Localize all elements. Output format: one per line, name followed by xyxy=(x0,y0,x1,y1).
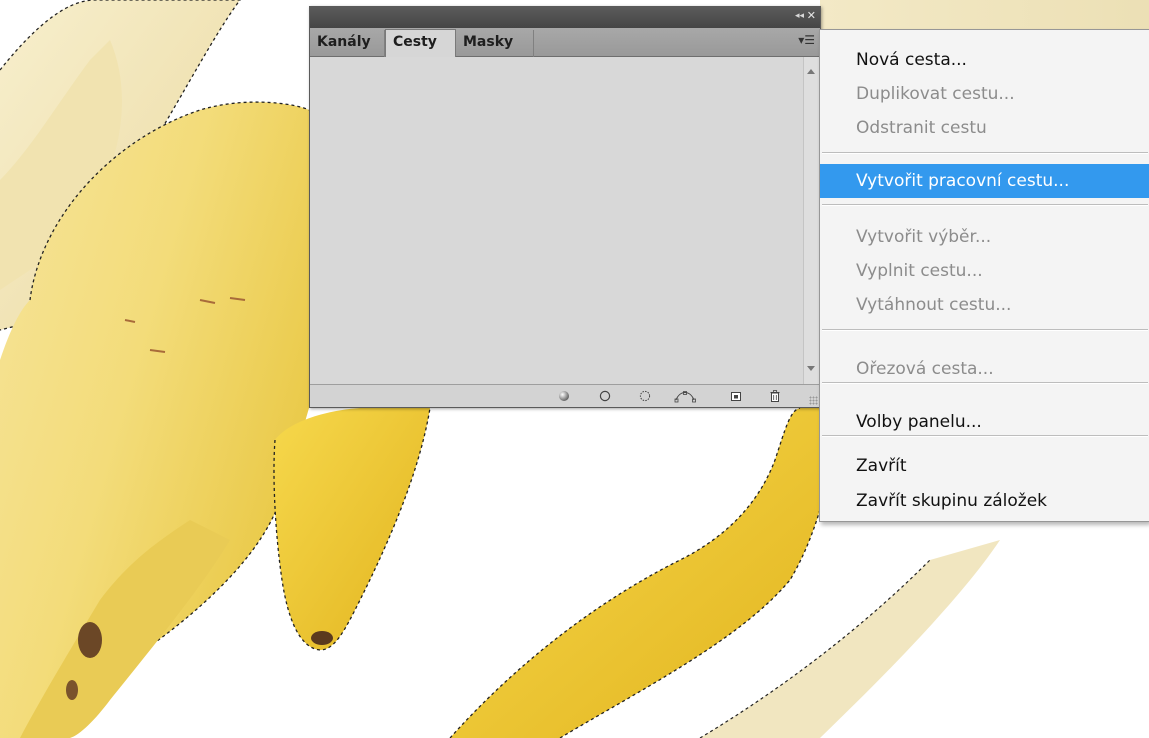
menu-separator xyxy=(822,329,1148,331)
scroll-down-icon[interactable] xyxy=(807,366,815,371)
load-selection-icon[interactable] xyxy=(637,388,653,404)
menu-item-clipping-path[interactable]: Ořezová cesta... xyxy=(820,352,1149,386)
menu-separator xyxy=(822,204,1148,206)
vertical-scrollbar[interactable] xyxy=(803,57,819,384)
menu-item-new-path[interactable]: Nová cesta... xyxy=(820,43,1149,77)
menu-item-panel-options[interactable]: Volby panelu... xyxy=(820,405,1149,439)
menu-item-duplicate-path[interactable]: Duplikovat cestu... xyxy=(820,77,1149,111)
menu-item-delete-path[interactable]: Odstranit cestu xyxy=(820,111,1149,145)
menu-item-close[interactable]: Zavřít xyxy=(820,449,1149,483)
panel-tab-bar: Kanály Cesty Masky ▾☰ xyxy=(310,28,820,57)
banana-peel-middle xyxy=(273,408,430,650)
fill-path-icon[interactable] xyxy=(556,388,572,404)
menu-separator xyxy=(822,152,1148,154)
make-work-path-icon[interactable] xyxy=(674,388,696,404)
menu-item-make-selection[interactable]: Vytvořit výběr... xyxy=(820,220,1149,254)
menu-item-close-tab-group[interactable]: Zavřít skupinu záložek xyxy=(820,484,1149,518)
paths-list[interactable] xyxy=(310,57,803,384)
close-icon[interactable]: ✕ xyxy=(807,9,816,22)
menu-separator xyxy=(822,382,1148,384)
menu-item-make-work-path[interactable]: Vytvořit pracovní cestu... xyxy=(820,164,1149,198)
menu-item-fill-path[interactable]: Vyplnit cestu... xyxy=(820,254,1149,288)
panel-title-bar[interactable]: ◂◂ ✕ xyxy=(310,7,820,28)
stroke-path-icon[interactable] xyxy=(597,388,613,404)
delete-path-icon[interactable] xyxy=(767,388,783,404)
menu-separator xyxy=(822,435,1148,437)
new-path-icon[interactable] xyxy=(728,388,744,404)
menu-item-stroke-path[interactable]: Vytáhnout cestu... xyxy=(820,288,1149,322)
panel-menu-icon[interactable]: ▾☰ xyxy=(798,33,815,47)
tab-paths[interactable]: Cesty xyxy=(385,29,456,57)
tab-masks[interactable]: Masky xyxy=(456,30,534,57)
paths-panel: ◂◂ ✕ Kanály Cesty Masky ▾☰ xyxy=(309,6,821,408)
resize-grip[interactable] xyxy=(809,396,818,405)
scroll-up-icon[interactable] xyxy=(807,69,815,74)
tab-channels[interactable]: Kanály xyxy=(310,30,385,57)
panel-footer xyxy=(310,384,820,407)
photoshop-workspace: ◂◂ ✕ Kanály Cesty Masky ▾☰ Nová cesta...… xyxy=(0,0,1149,738)
double-chevron-left-icon[interactable]: ◂◂ xyxy=(795,11,804,21)
panel-flyout-menu: Nová cesta... Duplikovat cestu... Odstra… xyxy=(819,29,1149,522)
